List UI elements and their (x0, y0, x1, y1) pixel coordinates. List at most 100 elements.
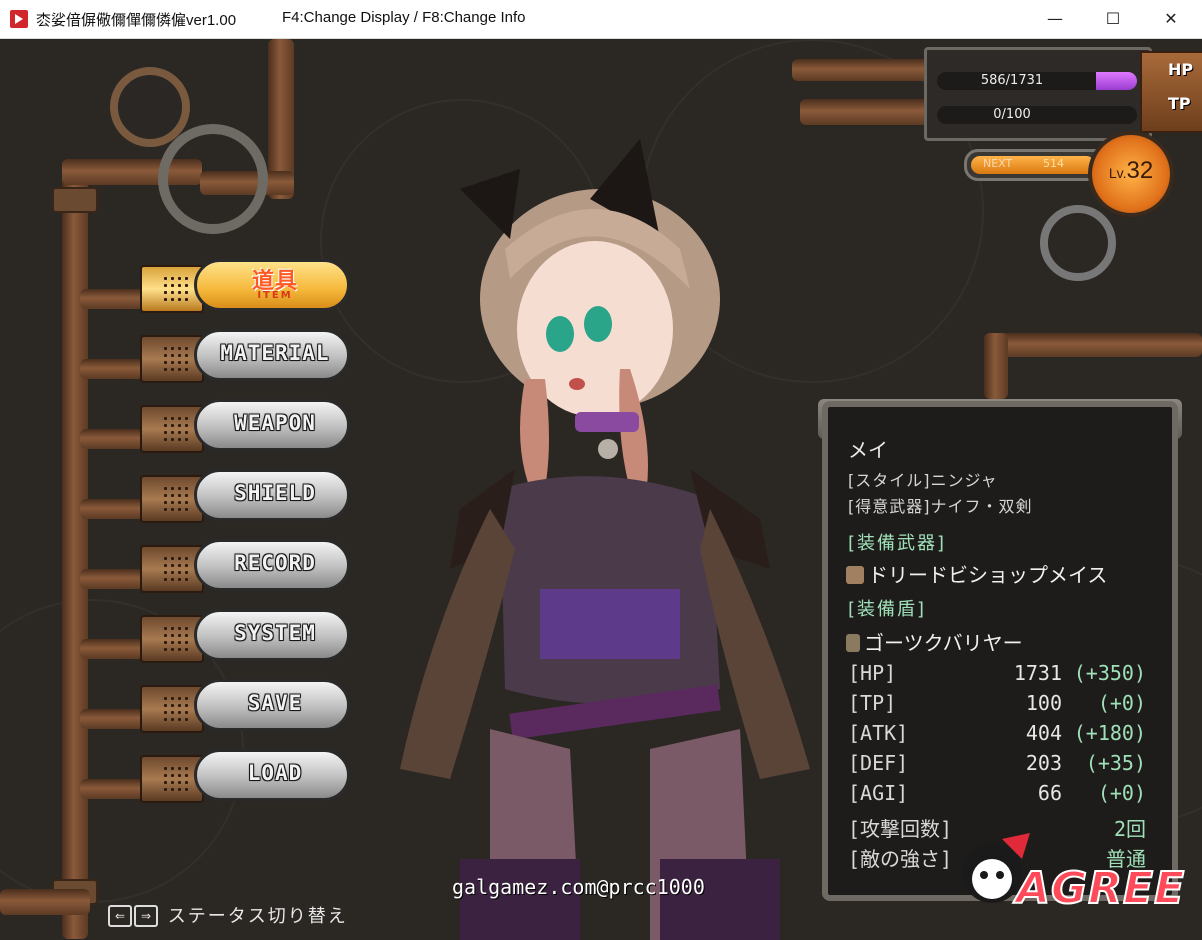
pipe-branch (80, 709, 144, 729)
stat-key: [ATK] (848, 721, 909, 745)
horizontal-pipe (984, 333, 1202, 357)
equip-weapon-row: ドリードビショップメイス (846, 559, 1107, 588)
valve-wheel-icon (158, 124, 268, 234)
menu-item-record[interactable]: RECORD (140, 539, 352, 595)
hp-tp-gauge-panel: 586/1731 0/100 (924, 47, 1152, 141)
window-title: 枩娑偣偋儆儞僤儞僯僱ver1.00 (36, 12, 237, 29)
hp-tp-label-plate: HP TP (1140, 51, 1202, 133)
window-title-bar: 枩娑偣偋儆儞僤儞僯僱ver1.00 F4:Change Display / F8… (0, 0, 1202, 39)
tp-label: TP (1168, 94, 1191, 113)
menu-item-label: SHIELD (234, 481, 316, 505)
equip-shield-heading: [装備盾] (848, 599, 927, 620)
hp-bar: 586/1731 (937, 72, 1137, 90)
stocking-left (460, 859, 580, 940)
menu-item-load[interactable]: LOAD (140, 749, 352, 805)
level-value: 32 (1126, 157, 1154, 184)
horizontal-pipe (0, 889, 90, 915)
cog-icon (1040, 205, 1116, 281)
equip-shield-name: ゴーツクバリヤー (864, 631, 1023, 655)
menu-item-label: WEAPON (234, 411, 316, 435)
menu-item-save[interactable]: SAVE (140, 679, 352, 735)
menu-item-label: LOAD (247, 761, 303, 785)
corset (540, 589, 680, 659)
pipe-branch (80, 429, 144, 449)
close-button[interactable]: ✕ (1142, 0, 1200, 38)
character-weapon-type: [得意武器]ナイフ・双剣 (848, 497, 1033, 516)
status-toggle-hint[interactable]: ⇐ ⇒ ステータス切り替え (108, 902, 348, 927)
stat-bonus: (+0) (1097, 691, 1146, 715)
pipe-branch (80, 779, 144, 799)
pipe-branch (80, 359, 144, 379)
stat-row-atk: [ATK] 404 (+180) (848, 721, 1148, 749)
hp-label: HP (1168, 60, 1194, 79)
game-screen: 道具 ITEM MATERIAL WEAPON SHIELD RECORD SY… (0, 39, 1202, 940)
tp-value: 0/100 (993, 107, 1031, 122)
stat-value: 1731 (1013, 661, 1062, 685)
stat-bonus: (+35) (1085, 751, 1146, 775)
vertical-pipe (62, 159, 88, 939)
level-prefix: Lv. (1108, 165, 1127, 181)
menu-item-label: SYSTEM (234, 621, 316, 645)
stat-value: 100 (1025, 691, 1062, 715)
next-label: NEXT (983, 157, 1013, 170)
menu-item-weapon[interactable]: WEAPON (140, 399, 352, 455)
stat-row-tp: [TP] 100 (+0) (848, 691, 1148, 719)
stat-key: [攻撃回数] (848, 817, 953, 841)
app-icon (10, 10, 28, 28)
menu-item-label: SAVE (247, 691, 303, 715)
menu-item-system[interactable]: SYSTEM (140, 609, 352, 665)
equip-weapon-name: ドリードビショップメイス (868, 563, 1108, 587)
stat-bonus: (+350) (1073, 661, 1146, 685)
stat-value: 66 (1037, 781, 1062, 805)
stat-row-agi: [AGI] 66 (+0) (848, 781, 1148, 809)
stat-bonus: (+0) (1097, 781, 1146, 805)
stat-row-hp: [HP] 1731 (+350) (848, 661, 1148, 689)
agree-logo: AGREE (1015, 862, 1186, 915)
stat-value: 203 (1025, 751, 1062, 775)
stat-value: 2回 (1113, 817, 1146, 841)
character-portrait (400, 139, 810, 940)
menu-item-material[interactable]: MATERIAL (140, 329, 352, 385)
horizontal-pipe (800, 99, 930, 125)
vertical-pipe (984, 333, 1008, 399)
menu-item-sublabel: ITEM (257, 290, 293, 301)
menu-item-item[interactable]: 道具 ITEM (140, 259, 352, 315)
cat-ear-left-icon (460, 169, 520, 239)
stat-key: [DEF] (848, 751, 909, 775)
character-name: メイ (848, 438, 888, 462)
shield-icon (846, 634, 860, 652)
bell-icon (598, 439, 618, 459)
status-toggle-label: ステータス切り替え (167, 906, 348, 927)
pipe-branch (80, 289, 144, 309)
menu-item-label: RECORD (234, 551, 316, 575)
stat-bonus: (+180) (1073, 721, 1146, 745)
horizontal-pipe (792, 59, 932, 81)
arrow-left-key-icon: ⇐ (108, 905, 132, 927)
menu-item-label: MATERIAL (220, 341, 330, 365)
pipe-branch (80, 569, 144, 589)
key-hint-text: F4:Change Display / F8:Change Info (282, 9, 526, 26)
level-badge: Lv.32 (1088, 131, 1174, 217)
eye-left (546, 316, 574, 352)
hp-value: 586/1731 (980, 73, 1044, 88)
next-value: 514 (1043, 157, 1064, 170)
hp-bar-fill (1096, 72, 1137, 90)
character-style: [スタイル]ニンジャ (848, 471, 998, 490)
mace-icon (846, 566, 864, 584)
pipe-joint (52, 187, 98, 213)
mouth (569, 378, 585, 390)
stat-key: [TP] (848, 691, 897, 715)
minimize-button[interactable]: — (1026, 0, 1084, 38)
equip-shield-row: ゴーツクバリヤー (846, 627, 1023, 656)
arrow-right-key-icon: ⇒ (134, 905, 158, 927)
eye-right (584, 306, 612, 342)
menu-item-shield[interactable]: SHIELD (140, 469, 352, 525)
equip-weapon-heading: [装備武器] (848, 533, 947, 554)
stat-key: [AGI] (848, 781, 909, 805)
stat-key: [敵の強さ] (848, 847, 953, 871)
stat-row-def: [DEF] 203 (+35) (848, 751, 1148, 779)
maximize-button[interactable]: ☐ (1084, 0, 1142, 38)
pipe-branch (80, 499, 144, 519)
pipe-branch (80, 639, 144, 659)
watermark-text: galgamez.com@prcc1000 (452, 875, 705, 899)
